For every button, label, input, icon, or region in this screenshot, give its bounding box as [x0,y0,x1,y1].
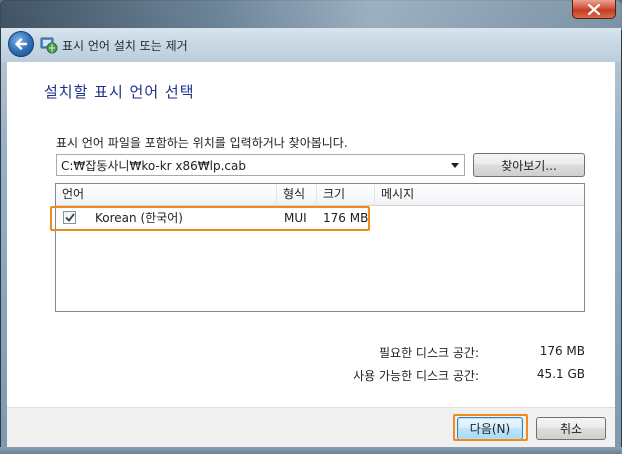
language-globe-icon [40,37,58,54]
back-button[interactable] [8,31,34,57]
window-title: 표시 언어 설치 또는 제거 [62,39,188,53]
column-header-size[interactable]: 크기 [317,184,375,205]
language-list[interactable]: 언어 형식 크기 메시지 Korean (한국어) MUI 176 MB [55,183,585,312]
path-value: C:₩잡동사니₩ko-kr x86₩lp.cab [61,158,246,173]
page-heading: 설치할 표시 언어 선택 [44,83,195,101]
row-size: 176 MB [323,211,369,225]
close-button[interactable] [572,0,616,19]
path-combobox[interactable]: C:₩잡동사니₩ko-kr x86₩lp.cab [56,154,465,176]
cancel-button[interactable]: 취소 [536,417,606,440]
row-type: MUI [284,211,307,225]
instruction-text: 표시 언어 파일을 포함하는 위치를 입력하거나 찾아봅니다. [56,136,348,150]
content-area: 설치할 표시 언어 선택 표시 언어 파일을 포함하는 위치를 입력하거나 찾아… [7,62,615,407]
column-header-type[interactable]: 형식 [277,184,317,205]
language-checkbox[interactable] [63,211,76,224]
list-header: 언어 형식 크기 메시지 [56,184,584,206]
column-header-message[interactable]: 메시지 [375,184,584,205]
required-space-value: 176 MB [539,344,585,358]
required-space-label: 필요한 디스크 공간: [379,346,479,360]
checkmark-icon [64,213,75,222]
title-bar [0,0,622,30]
browse-button[interactable]: 찾아보기... [473,153,585,177]
row-language: Korean (한국어) [95,211,183,225]
footer-bar: 다음(N) 취소 [7,407,615,447]
dropdown-arrow-icon[interactable] [446,155,464,175]
list-row-korean[interactable]: Korean (한국어) MUI 176 MB [56,208,584,228]
back-arrow-icon [15,38,28,50]
next-button[interactable]: 다음(N) [457,417,523,440]
column-header-language[interactable]: 언어 [56,184,277,205]
navigation-bar: 표시 언어 설치 또는 제거 [1,28,621,62]
available-space-value: 45.1 GB [536,367,585,381]
close-icon [588,3,600,15]
window-bottom-edge [0,447,622,454]
available-space-label: 사용 가능한 디스크 공간: [353,369,479,383]
